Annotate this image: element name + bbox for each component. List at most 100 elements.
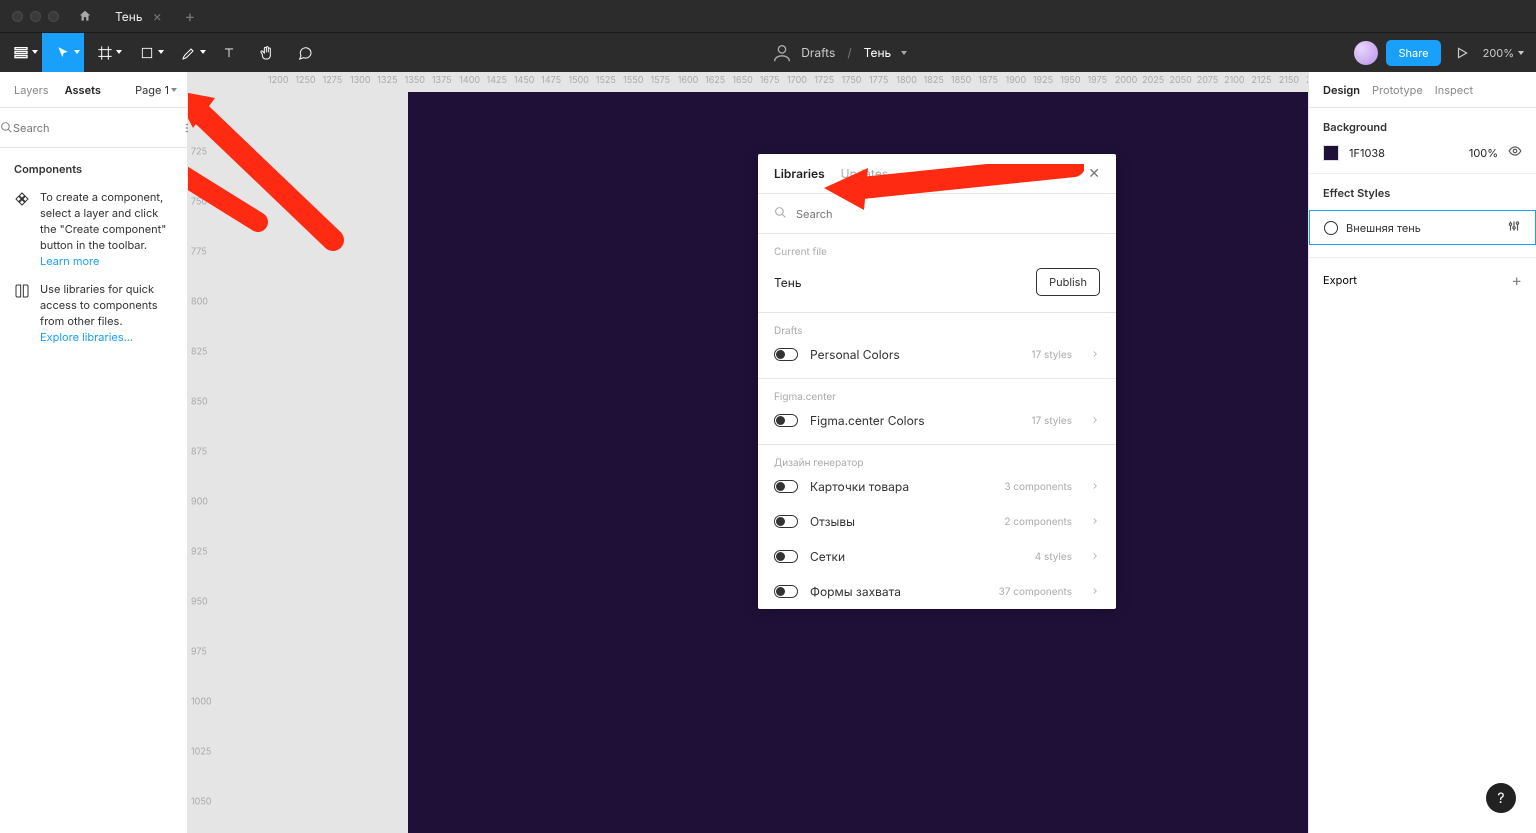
library-name: Отзывы (810, 514, 992, 529)
breadcrumb-separator: / (847, 45, 851, 60)
modal-tab-libraries[interactable]: Libraries (774, 166, 825, 181)
learn-more-link[interactable]: Learn more (40, 254, 99, 268)
modal-section-fc: Figma.center (758, 379, 1116, 403)
library-row[interactable]: Personal Colors 17 styles (758, 337, 1116, 372)
min-window-dot[interactable] (30, 11, 41, 22)
chevron-down-icon (1518, 51, 1524, 55)
background-swatch[interactable] (1323, 145, 1339, 161)
chevron-right-icon (1090, 515, 1100, 529)
modal-section-drafts: Drafts (758, 313, 1116, 337)
breadcrumb-file: Тень (864, 45, 892, 60)
current-file-row: Тень Publish (758, 258, 1116, 306)
main-toolbar: Drafts / Тень Share 200% (0, 32, 1536, 72)
tab-design[interactable]: Design (1323, 83, 1368, 97)
canvas[interactable]: 1200125012751300132513501375140014251450… (188, 72, 1308, 833)
chevron-down-icon[interactable] (901, 51, 907, 55)
chevron-down-icon (171, 88, 177, 92)
user-icon (771, 42, 793, 64)
add-export-button[interactable]: + (1511, 270, 1522, 290)
comment-tool[interactable] (286, 33, 324, 72)
zoom-value: 200% (1483, 46, 1514, 60)
search-icon (774, 206, 796, 222)
library-toggle[interactable] (774, 550, 798, 563)
library-row[interactable]: Карточки товара 3 components (758, 469, 1116, 504)
effect-name: Внешняя тень (1346, 221, 1499, 235)
library-meta: 2 components (1004, 516, 1072, 528)
tab-inspect[interactable]: Inspect (1435, 83, 1481, 97)
library-row[interactable]: Отзывы 2 components (758, 504, 1116, 539)
text-tool[interactable] (210, 33, 248, 72)
breadcrumb[interactable]: Drafts / Тень (324, 42, 1354, 64)
close-tab-icon[interactable]: × (153, 8, 162, 25)
library-meta: 17 styles (1032, 349, 1072, 361)
library-name: Сетки (810, 549, 1023, 564)
library-toggle[interactable] (774, 480, 798, 493)
window-controls[interactable] (0, 11, 71, 22)
book-icon (14, 283, 30, 299)
effect-style-item[interactable]: Внешняя тень (1309, 210, 1536, 245)
close-icon[interactable]: ✕ (1088, 165, 1100, 182)
add-tab-button[interactable]: + (178, 6, 202, 26)
export-title: Export (1323, 273, 1357, 287)
home-icon[interactable] (71, 9, 99, 23)
chevron-right-icon (1090, 550, 1100, 564)
pen-tool[interactable] (168, 33, 210, 72)
tab-layers[interactable]: Layers (0, 83, 57, 97)
share-button[interactable]: Share (1386, 40, 1440, 66)
settings-icon[interactable] (1507, 219, 1521, 236)
window-titlebar: Тень × + (0, 0, 1536, 32)
libraries-help-text: Use libraries for quick access to compon… (40, 282, 158, 328)
modal-section-dg: Дизайн генератор (758, 445, 1116, 469)
breadcrumb-root: Drafts (801, 45, 835, 60)
assets-search-input[interactable] (13, 121, 184, 135)
explore-libraries-link[interactable]: Explore libraries... (40, 330, 133, 344)
library-row[interactable]: Формы захвата 37 components (758, 574, 1116, 609)
library-toggle[interactable] (774, 348, 798, 361)
library-meta: 3 components (1004, 481, 1072, 493)
right-panel: Design Prototype Inspect Background 1F10… (1308, 72, 1536, 833)
max-window-dot[interactable] (48, 11, 59, 22)
close-window-dot[interactable] (12, 11, 23, 22)
avatar[interactable] (1354, 41, 1378, 65)
current-file-name: Тень (774, 275, 1024, 290)
frame-tool[interactable] (84, 33, 126, 72)
hand-tool[interactable] (248, 33, 286, 72)
move-tool[interactable] (42, 33, 84, 72)
component-icon (14, 191, 30, 207)
libraries-help-item: Use libraries for quick access to compon… (0, 276, 187, 352)
library-name: Figma.center Colors (810, 413, 1020, 428)
page-label: Page 1 (135, 83, 169, 97)
library-row[interactable]: Сетки 4 styles (758, 539, 1116, 574)
library-name: Карточки товара (810, 479, 992, 494)
effects-title: Effect Styles (1323, 186, 1522, 200)
ruler-horizontal: 1200125012751300132513501375140014251450… (208, 72, 1308, 92)
annotation-arrow-2 (188, 90, 373, 270)
zoom-select[interactable]: 200% (1483, 46, 1524, 60)
left-panel: Layers Assets Page 1 (0, 72, 188, 833)
library-meta: 37 components (999, 586, 1072, 598)
library-toggle[interactable] (774, 585, 798, 598)
help-button[interactable]: ? (1486, 783, 1516, 813)
chevron-right-icon (1090, 414, 1100, 428)
modal-section-current: Current file (758, 234, 1116, 258)
main-menu-button[interactable] (0, 33, 42, 72)
components-section-title: Components (0, 148, 187, 184)
library-meta: 4 styles (1035, 551, 1072, 563)
present-button[interactable] (1449, 46, 1475, 60)
publish-button[interactable]: Publish (1036, 268, 1100, 296)
tab-prototype[interactable]: Prototype (1372, 83, 1431, 97)
chevron-right-icon (1090, 348, 1100, 362)
background-title: Background (1323, 120, 1522, 134)
library-name: Формы захвата (810, 584, 987, 599)
file-tab[interactable]: Тень × (99, 0, 178, 32)
chevron-right-icon (1090, 585, 1100, 599)
library-toggle[interactable] (774, 515, 798, 528)
shape-tool[interactable] (126, 33, 168, 72)
visibility-icon[interactable] (1508, 144, 1522, 161)
library-toggle[interactable] (774, 414, 798, 427)
library-row[interactable]: Figma.center Colors 17 styles (758, 403, 1116, 438)
tab-assets[interactable]: Assets (57, 83, 109, 97)
background-hex[interactable]: 1F1038 (1349, 146, 1459, 160)
background-opacity[interactable]: 100% (1469, 146, 1498, 160)
page-select[interactable]: Page 1 (135, 83, 187, 97)
